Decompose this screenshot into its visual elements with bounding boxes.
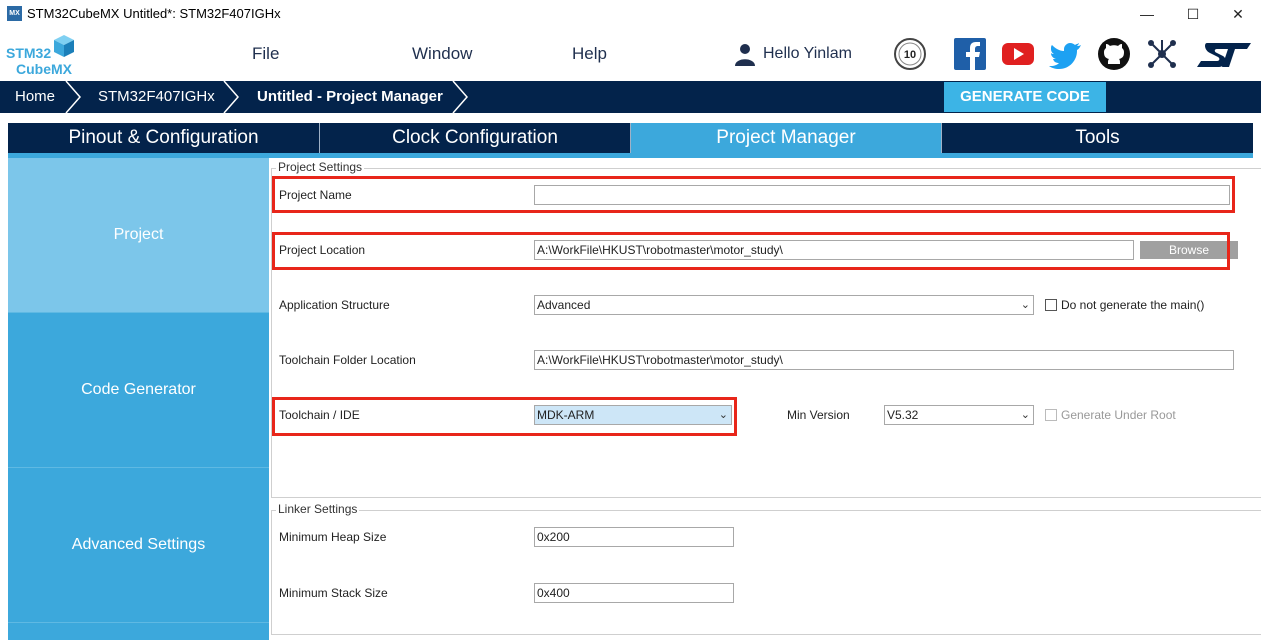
st-logo-icon[interactable]	[1195, 37, 1253, 71]
network-icon[interactable]	[1145, 37, 1179, 71]
facebook-icon[interactable]	[953, 37, 987, 71]
menu-window[interactable]: Window	[412, 44, 472, 64]
generate-under-root-label: Generate Under Root	[1061, 408, 1176, 422]
project-settings-group: Project Settings	[271, 160, 1261, 498]
chevron-right-icon	[452, 81, 468, 113]
menu-help[interactable]: Help	[572, 44, 607, 64]
highlight-toolchain-ide	[272, 397, 737, 436]
nav-code-generator-label: Code Generator	[81, 381, 196, 398]
breadcrumb: Home STM32F407IGHx Untitled - Project Ma…	[0, 81, 1261, 113]
nav-project-label: Project	[113, 226, 164, 243]
nav-advanced-settings-label: Advanced Settings	[71, 536, 206, 553]
svg-text:10: 10	[904, 49, 916, 61]
github-icon[interactable]	[1097, 37, 1131, 71]
title-bar: MX STM32CubeMX Untitled*: STM32F407IGHx …	[0, 0, 1261, 28]
tab-project-manager[interactable]: Project Manager	[631, 123, 942, 153]
twitter-icon[interactable]	[1049, 37, 1083, 71]
generate-under-root-checkbox[interactable]	[1045, 409, 1057, 421]
min-stack-size-label: Minimum Stack Size	[279, 586, 388, 600]
user-icon	[735, 44, 755, 66]
breadcrumb-home[interactable]: Home	[15, 81, 55, 113]
application-structure-label: Application Structure	[279, 298, 390, 312]
generate-code-button[interactable]: GENERATE CODE	[944, 82, 1106, 112]
toolchain-folder-input	[534, 350, 1234, 370]
min-heap-size-label: Minimum Heap Size	[279, 530, 387, 544]
do-not-generate-main-label: Do not generate the main()	[1061, 298, 1205, 312]
minimize-button[interactable]: —	[1124, 0, 1170, 28]
anniversary-badge-icon[interactable]: 10	[893, 37, 927, 71]
linker-settings-group: Linker Settings	[271, 502, 1261, 635]
chevron-right-icon	[223, 81, 239, 113]
logo-line1: STM32	[6, 45, 51, 61]
tab-clock-configuration[interactable]: Clock Configuration	[320, 123, 631, 153]
nav-code-generator[interactable]: Code Generator	[8, 313, 269, 468]
min-stack-size-input[interactable]	[534, 583, 734, 603]
stm32cubemx-logo: STM32 CubeMX	[6, 34, 80, 78]
chevron-down-icon: ⌄	[1020, 299, 1030, 311]
application-structure-select[interactable]: Advanced ⌄	[534, 295, 1034, 315]
project-settings-title: Project Settings	[276, 160, 365, 174]
highlight-project-location	[272, 232, 1230, 270]
min-version-select[interactable]: V5.32 ⌄	[884, 405, 1034, 425]
maximize-button[interactable]: ☐	[1170, 0, 1216, 28]
highlight-project-name	[272, 176, 1235, 213]
user-greeting: Hello Yinlam	[763, 45, 852, 62]
nav-project[interactable]: Project	[8, 158, 269, 313]
breadcrumb-current[interactable]: Untitled - Project Manager	[257, 81, 443, 113]
main-tabs: Pinout & Configuration Clock Configurati…	[8, 123, 1253, 153]
chevron-right-icon	[65, 81, 81, 113]
nav-advanced-settings[interactable]: Advanced Settings	[8, 468, 269, 623]
chevron-down-icon: ⌄	[1020, 409, 1030, 421]
youtube-icon[interactable]	[1001, 37, 1035, 71]
linker-settings-title: Linker Settings	[276, 502, 360, 516]
logo-line2: CubeMX	[16, 61, 73, 77]
toolchain-folder-label: Toolchain Folder Location	[279, 353, 416, 367]
do-not-generate-main-checkbox[interactable]	[1045, 299, 1057, 311]
min-version-value: V5.32	[887, 408, 919, 422]
menu-bar: STM32 CubeMX File Window Help Hello Yinl…	[0, 28, 1261, 81]
min-version-label: Min Version	[787, 408, 850, 422]
project-settings-panel: Project Settings Project Name Project Lo…	[269, 158, 1261, 640]
breadcrumb-mcu[interactable]: STM32F407IGHx	[98, 81, 215, 113]
min-heap-size-input[interactable]	[534, 527, 734, 547]
tab-pinout-configuration[interactable]: Pinout & Configuration	[8, 123, 320, 153]
tab-tools[interactable]: Tools	[942, 123, 1253, 153]
application-structure-value: Advanced	[537, 298, 591, 312]
window-title: STM32CubeMX Untitled*: STM32F407IGHx	[27, 6, 281, 21]
close-button[interactable]: ✕	[1215, 0, 1261, 28]
user-menu[interactable]: Hello Yinlam	[733, 42, 852, 66]
menu-file[interactable]: File	[252, 44, 279, 64]
app-icon: MX	[7, 6, 22, 21]
left-nav: Project Code Generator Advanced Settings	[8, 158, 269, 640]
